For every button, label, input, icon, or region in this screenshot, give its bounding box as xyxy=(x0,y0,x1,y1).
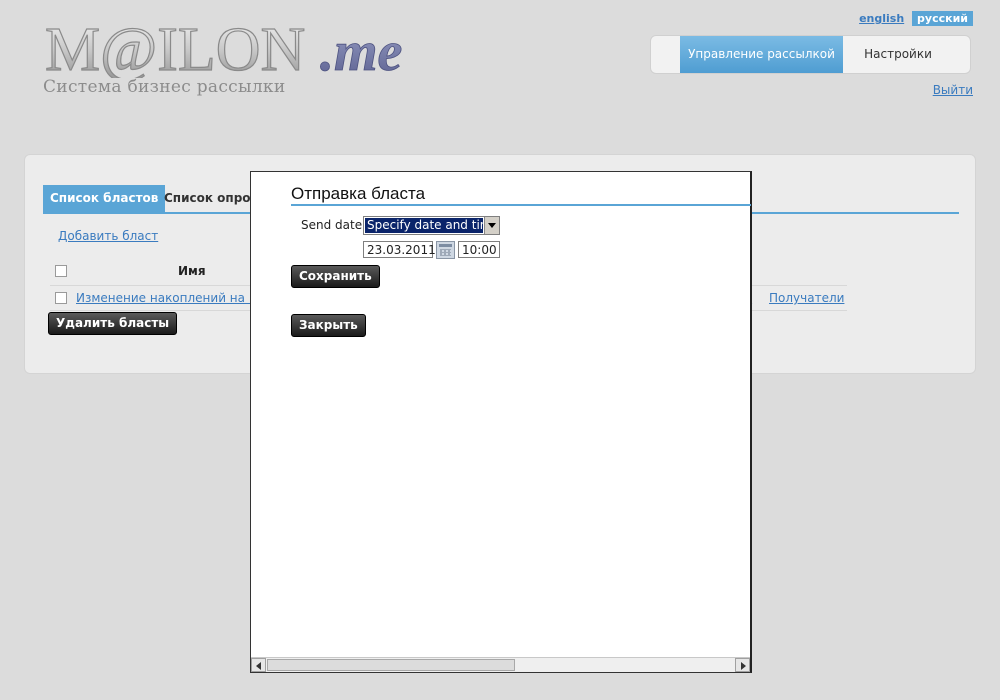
language-switcher: english русский xyxy=(859,11,973,26)
chevron-down-icon[interactable] xyxy=(484,217,499,234)
column-header-name: Имя xyxy=(178,264,206,278)
delete-blasts-button[interactable]: Удалить бласты xyxy=(48,312,178,335)
send-date-label: Send date xyxy=(301,218,363,232)
logo-main-text: M@ILON xyxy=(45,16,305,78)
scroll-right-icon[interactable] xyxy=(735,658,750,672)
lang-english-link[interactable]: english xyxy=(859,12,904,25)
send-blast-dialog: Отправка бласта Send date Specify date a… xyxy=(250,171,752,673)
lang-russian-link[interactable]: русский xyxy=(912,11,973,26)
send-date-select[interactable]: Specify date and time xyxy=(363,216,500,235)
date-field[interactable]: 23.03.2011 xyxy=(363,241,436,258)
tagline: Система бизнес рассылки xyxy=(43,77,286,97)
send-date-selected-value: Specify date and time xyxy=(365,218,483,233)
nav-tab-settings[interactable]: Настройки xyxy=(843,36,953,73)
scroll-left-icon[interactable] xyxy=(251,658,266,672)
blast-name-link[interactable]: Изменение накоплений на Ва xyxy=(76,291,264,305)
logo-graphic: M@ILON .me xyxy=(45,15,403,78)
add-blast-link[interactable]: Добавить бласт xyxy=(58,229,158,243)
select-all-checkbox[interactable] xyxy=(55,265,67,277)
horizontal-scrollbar[interactable] xyxy=(251,657,750,672)
logout-link[interactable]: Выйти xyxy=(933,83,973,97)
tab-blast-list[interactable]: Список бластов xyxy=(43,185,166,212)
top-navigation: Управление рассылкой Настройки xyxy=(650,35,971,74)
logo: M@ILON .me xyxy=(45,14,465,78)
dialog-title: Отправка бласта xyxy=(291,184,426,203)
calendar-icon[interactable] xyxy=(436,241,455,259)
title-divider xyxy=(291,204,751,206)
nav-tab-mailing-management[interactable]: Управление рассылкой xyxy=(680,36,843,73)
close-button[interactable]: Закрыть xyxy=(291,314,366,337)
recipients-link[interactable]: Получатели xyxy=(769,291,844,305)
save-button[interactable]: Сохранить xyxy=(291,265,380,288)
row-checkbox[interactable] xyxy=(55,292,67,304)
scroll-thumb[interactable] xyxy=(267,659,515,671)
logo-suffix-text: .me xyxy=(320,21,402,78)
time-field[interactable]: 10:00 xyxy=(458,241,500,258)
